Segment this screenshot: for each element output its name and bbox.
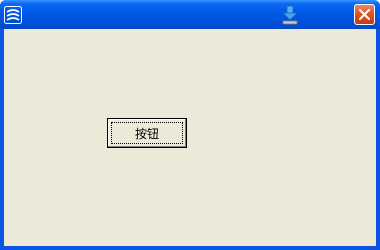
app-logo-icon[interactable] — [4, 6, 22, 24]
push-button-label: 按钮 — [134, 126, 159, 141]
window-client-area: 按钮 — [4, 29, 376, 246]
app-window: 按钮 — [0, 0, 380, 250]
close-icon — [359, 9, 370, 20]
push-button[interactable]: 按钮 — [107, 118, 187, 148]
title-bar[interactable] — [0, 0, 380, 29]
download-icon[interactable] — [282, 5, 298, 25]
close-button[interactable] — [354, 4, 375, 25]
